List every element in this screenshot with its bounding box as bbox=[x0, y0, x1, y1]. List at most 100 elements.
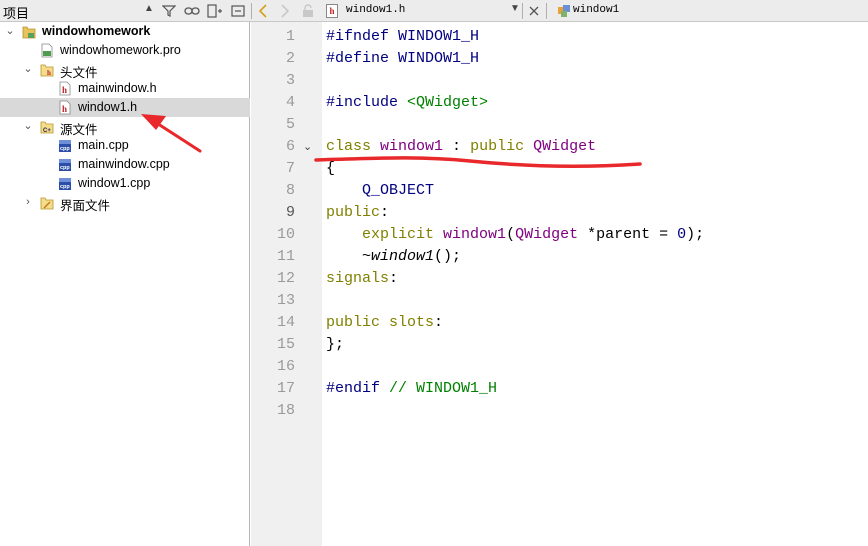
line-number: 6 bbox=[285, 138, 295, 155]
code-line[interactable]: public: bbox=[326, 202, 389, 224]
chevron-down-icon[interactable]: ⌄ bbox=[22, 61, 34, 77]
line-number: 14 bbox=[276, 314, 295, 331]
tree-item-label: mainwindow.cpp bbox=[78, 157, 170, 171]
filter-icon[interactable] bbox=[160, 2, 178, 20]
forward-arrow-icon[interactable] bbox=[276, 2, 294, 20]
tree-item[interactable]: ⌄ h 头文件 bbox=[0, 60, 250, 80]
project-pane-title: 项目 bbox=[3, 6, 30, 21]
tree-item[interactable]: ⌄ C+ 源文件 bbox=[0, 117, 250, 137]
tree-item-label: windowhomework.pro bbox=[60, 43, 181, 57]
line-number: 2 bbox=[285, 50, 295, 67]
line-number: 18 bbox=[276, 402, 295, 419]
header-file-icon: h bbox=[326, 4, 338, 18]
tree-item[interactable]: cpp main.cpp bbox=[0, 136, 250, 155]
code-line[interactable]: class window1 : public QWidget bbox=[326, 136, 596, 158]
view-selector-arrows-icon[interactable]: ▲ bbox=[144, 3, 154, 14]
current-symbol-name: window1 bbox=[573, 4, 620, 16]
tree-item[interactable]: windowhomework.pro bbox=[0, 41, 250, 60]
code-token: QWidget bbox=[533, 138, 597, 155]
tree-item-label: window1.cpp bbox=[78, 176, 151, 190]
tree-item[interactable]: cpp window1.cpp bbox=[0, 174, 250, 193]
code-line[interactable]: #define WINDOW1_H bbox=[326, 48, 479, 70]
project-tree-panel: ⌄ windowhomework windowhomework.pro ⌄ h 头文件 h m… bbox=[0, 22, 250, 546]
code-line[interactable]: #ifndef WINDOW1_H bbox=[326, 26, 479, 48]
code-token: // WINDOW1_H bbox=[380, 380, 498, 397]
tree-item-label: 界面文件 bbox=[60, 199, 111, 213]
open-file-name: window1.h bbox=[346, 4, 406, 16]
tree-item[interactable]: h mainwindow.h bbox=[0, 79, 250, 98]
open-file-selector[interactable]: h window1.h ▼ bbox=[322, 0, 522, 22]
code-token: public bbox=[326, 314, 381, 331]
code-token: QWidget bbox=[515, 226, 579, 243]
code-token: window1 bbox=[443, 226, 507, 243]
code-line[interactable]: explicit window1(QWidget *parent = 0); bbox=[326, 224, 704, 246]
header-file-icon: h bbox=[58, 81, 72, 96]
code-line[interactable]: public slots: bbox=[326, 312, 443, 334]
tree-item-label: main.cpp bbox=[78, 138, 129, 152]
toolbar-divider bbox=[546, 3, 547, 19]
code-token: { bbox=[326, 160, 336, 177]
project-folder-icon bbox=[22, 24, 36, 39]
line-number: 1 bbox=[285, 28, 295, 45]
line-number-gutter: 1 2 3 4 5 6 ⌄ 7 8 9 10 11 12 13 14 15 16 17 18 bbox=[251, 22, 322, 546]
code-line[interactable]: #include <QWidget> bbox=[326, 92, 488, 114]
chevron-down-icon[interactable]: ▼ bbox=[510, 3, 520, 14]
code-line[interactable]: ~window1(); bbox=[326, 246, 461, 268]
svg-text:cpp: cpp bbox=[60, 184, 70, 190]
svg-text:C+: C+ bbox=[43, 128, 51, 134]
forms-folder-icon bbox=[40, 195, 54, 210]
lock-icon[interactable] bbox=[299, 2, 317, 20]
code-token: #endif bbox=[326, 380, 381, 397]
code-token: }; bbox=[326, 336, 345, 353]
code-token: slots bbox=[389, 314, 435, 331]
code-editor[interactable]: #ifndef WINDOW1_H #define WINDOW1_H #inclu… bbox=[322, 22, 868, 546]
code-token: : bbox=[434, 314, 444, 331]
code-token: : bbox=[389, 270, 399, 287]
tree-item[interactable]: ⌄ windowhomework bbox=[0, 22, 250, 41]
close-pane-icon[interactable] bbox=[229, 2, 247, 20]
tree-item[interactable]: h window1.h bbox=[0, 98, 250, 117]
cpp-file-icon: cpp bbox=[58, 138, 72, 153]
code-line[interactable]: }; bbox=[326, 334, 344, 356]
chevron-right-icon[interactable]: › bbox=[22, 194, 34, 210]
back-arrow-icon[interactable] bbox=[254, 2, 272, 20]
tree-item[interactable]: cpp mainwindow.cpp bbox=[0, 155, 250, 174]
toolbar-divider bbox=[251, 3, 252, 19]
code-line[interactable]: { bbox=[326, 158, 335, 180]
top-toolbar: 项目 ▲ h window1.h ▼ window1 bbox=[0, 0, 868, 22]
code-token: ); bbox=[686, 226, 705, 243]
line-number: 3 bbox=[285, 72, 295, 89]
code-token: window1 bbox=[371, 248, 435, 265]
tree-item-label: mainwindow.h bbox=[78, 81, 157, 95]
line-number: 15 bbox=[276, 336, 295, 353]
code-token: 0 bbox=[677, 226, 687, 243]
code-token: : bbox=[380, 204, 390, 221]
code-line[interactable]: Q_OBJECT bbox=[326, 180, 434, 202]
svg-text:h: h bbox=[47, 69, 51, 77]
project-pane-header: 项目 ▲ bbox=[0, 0, 250, 22]
code-token: Q_OBJECT bbox=[362, 182, 435, 199]
sources-folder-icon: C+ bbox=[40, 119, 54, 134]
split-icon[interactable] bbox=[206, 2, 224, 20]
svg-text:h: h bbox=[62, 85, 67, 95]
pro-file-icon bbox=[40, 43, 54, 58]
chevron-down-icon[interactable]: ⌄ bbox=[22, 118, 34, 134]
code-line[interactable]: #endif // WINDOW1_H bbox=[326, 378, 497, 400]
code-token: public bbox=[326, 204, 381, 221]
line-number: 4 bbox=[285, 94, 295, 111]
fold-chevron-icon[interactable]: ⌄ bbox=[303, 136, 312, 158]
code-token: #ifndef WINDOW1_H bbox=[326, 28, 480, 45]
close-document-icon[interactable] bbox=[525, 2, 543, 20]
code-token: explicit bbox=[362, 226, 435, 243]
chevron-down-icon[interactable]: ⌄ bbox=[4, 23, 16, 39]
link-with-editor-icon[interactable] bbox=[183, 2, 201, 20]
code-line[interactable]: signals: bbox=[326, 268, 398, 290]
code-token: (); bbox=[434, 248, 462, 265]
line-number: 11 bbox=[276, 248, 295, 265]
code-token: : bbox=[443, 138, 471, 155]
tree-item[interactable]: › 界面文件 bbox=[0, 193, 250, 213]
